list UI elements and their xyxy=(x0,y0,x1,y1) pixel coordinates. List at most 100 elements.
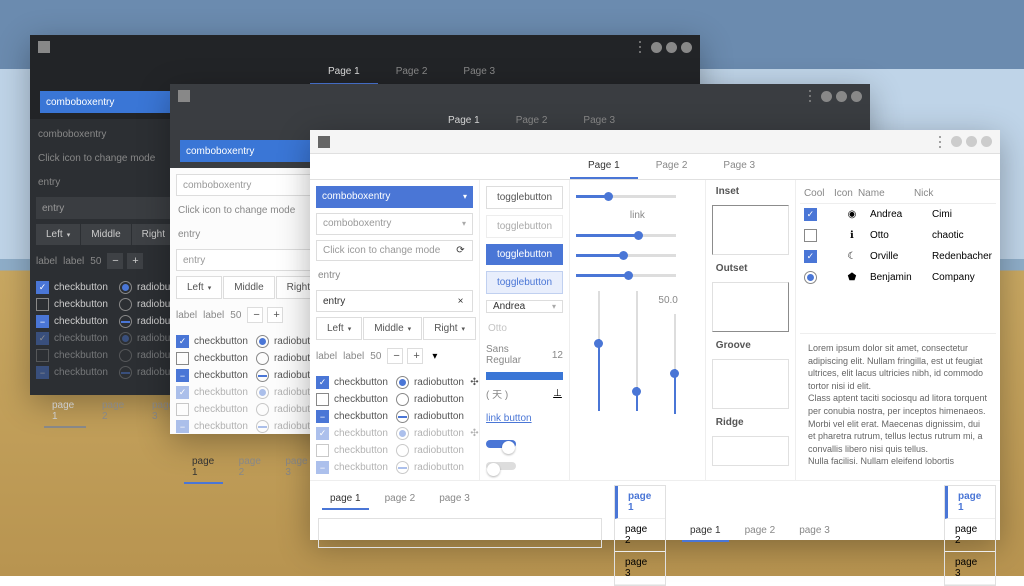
window-maximize[interactable] xyxy=(836,91,847,102)
pagetab-2[interactable]: page 2 xyxy=(231,452,270,484)
h-scale-4[interactable] xyxy=(576,269,676,281)
v-scale-1[interactable] xyxy=(592,291,606,411)
window-maximize[interactable] xyxy=(966,136,977,147)
btn-middle[interactable]: Middle xyxy=(223,276,274,299)
select-andrea[interactable]: Andrea▾ xyxy=(486,300,563,313)
spin-plus[interactable]: + xyxy=(127,253,143,269)
frame-outset-label: Outset xyxy=(716,263,785,274)
tab-page1[interactable]: Page 1 xyxy=(570,154,638,179)
checkbox[interactable]: ✓ xyxy=(36,281,49,294)
h-scale-2[interactable] xyxy=(576,229,676,241)
btn-left[interactable]: Left▾ xyxy=(176,276,222,299)
stack-page-3[interactable]: page 3 xyxy=(615,552,665,585)
switch-on[interactable] xyxy=(486,440,516,448)
chevron-down-icon[interactable]: ▾ xyxy=(429,351,440,362)
window-minimize[interactable] xyxy=(651,42,662,53)
window-maximize[interactable] xyxy=(666,42,677,53)
toggle-button-suggested[interactable]: togglebutton xyxy=(486,271,563,294)
pagetab-1[interactable]: page 1 xyxy=(184,452,223,484)
btn-right[interactable]: Right xyxy=(132,224,175,245)
v-scale-2[interactable] xyxy=(630,291,644,411)
checkbox[interactable] xyxy=(176,369,189,382)
checkbox[interactable]: ✓ xyxy=(176,335,189,348)
combobox-entry[interactable]: comboboxentry▾ xyxy=(40,91,190,113)
tab-page2[interactable]: Page 2 xyxy=(638,154,706,179)
switch-off[interactable] xyxy=(486,462,516,470)
table-row[interactable]: ✓☾OrvilleRedenbacher xyxy=(800,246,996,267)
hint-row[interactable]: Click icon to change mode⟳ xyxy=(316,240,473,262)
h-scale-1[interactable] xyxy=(576,190,676,202)
combobox-entry[interactable]: comboboxentry▾ xyxy=(316,186,473,208)
pagetab-1[interactable]: page 1 xyxy=(44,396,86,428)
radio[interactable] xyxy=(256,369,269,382)
btn-right[interactable]: Right▾ xyxy=(423,317,476,340)
h-scale-3[interactable] xyxy=(576,249,676,261)
spin-plus[interactable]: + xyxy=(267,307,283,323)
menu-icon[interactable] xyxy=(639,41,641,53)
spin-plus[interactable]: + xyxy=(407,348,423,364)
checkbox[interactable] xyxy=(36,298,49,311)
radio[interactable] xyxy=(396,410,409,423)
stack-page-2[interactable]: page 2 xyxy=(615,519,665,552)
btn-left[interactable]: Left▾ xyxy=(316,317,362,340)
radio[interactable] xyxy=(119,298,132,311)
link-button[interactable]: link button xyxy=(486,407,563,430)
checkbox xyxy=(176,420,189,433)
entry-input[interactable]: entry× xyxy=(316,290,473,312)
window-close[interactable] xyxy=(851,91,862,102)
clear-icon[interactable]: × xyxy=(455,296,466,307)
radio[interactable] xyxy=(119,315,132,328)
radio[interactable] xyxy=(256,352,269,365)
refresh-icon[interactable]: ⟳ xyxy=(455,245,466,256)
upload-icon[interactable]: ⊥ xyxy=(552,388,563,399)
radio[interactable] xyxy=(396,376,409,389)
menu-icon[interactable] xyxy=(809,90,811,102)
tab-page2[interactable]: Page 2 xyxy=(378,60,446,85)
radio[interactable] xyxy=(119,281,132,294)
btn-left[interactable]: Left▾ xyxy=(36,224,80,245)
checkbox[interactable] xyxy=(316,410,329,423)
entry-input[interactable]: entry xyxy=(176,249,324,271)
titlebar[interactable] xyxy=(310,130,1000,154)
table-row[interactable]: ✓◉AndreaCimi xyxy=(800,204,996,225)
spin-minus[interactable]: − xyxy=(107,253,123,269)
tab-page3[interactable]: Page 3 xyxy=(445,60,513,85)
btn-middle[interactable]: Middle xyxy=(81,224,130,245)
toggle-button-active[interactable]: togglebutton xyxy=(486,244,563,265)
frame-inset-label: Inset xyxy=(716,186,785,197)
titlebar[interactable] xyxy=(170,84,870,108)
window-close[interactable] xyxy=(981,136,992,147)
pagetab-2[interactable]: page 2 xyxy=(94,396,136,428)
gear-icon[interactable]: ✣ xyxy=(469,377,480,388)
combo-placeholder[interactable]: comboboxentry▾ xyxy=(176,174,324,196)
checkbox[interactable] xyxy=(316,393,329,406)
toggle-button[interactable]: togglebutton xyxy=(486,186,563,209)
tab-page1[interactable]: Page 1 xyxy=(310,60,378,85)
menu-icon[interactable] xyxy=(939,136,941,148)
pagetab[interactable]: page 1 xyxy=(322,489,369,510)
entry-label: entry xyxy=(176,225,324,244)
button-column: togglebutton togglebutton togglebutton t… xyxy=(480,180,570,480)
spin-minus[interactable]: − xyxy=(247,307,263,323)
color-button[interactable] xyxy=(486,372,563,380)
window-close[interactable] xyxy=(681,42,692,53)
checkbox[interactable] xyxy=(176,352,189,365)
btn-middle[interactable]: Middle▾ xyxy=(363,317,422,340)
radio xyxy=(119,366,132,379)
spin-minus[interactable]: − xyxy=(387,348,403,364)
table-row[interactable]: ⬟BenjaminCompany xyxy=(800,267,996,288)
window-minimize[interactable] xyxy=(951,136,962,147)
radio[interactable] xyxy=(256,335,269,348)
radio[interactable] xyxy=(396,393,409,406)
combobox-entry[interactable]: comboboxentry▾ xyxy=(180,140,330,162)
v-scale-3[interactable] xyxy=(668,314,682,414)
checkbox[interactable] xyxy=(36,315,49,328)
stack-page-1[interactable]: page 1 xyxy=(615,486,665,519)
table-row[interactable]: ℹOttochaotic xyxy=(800,225,996,246)
frame-ridge xyxy=(712,436,789,466)
titlebar[interactable] xyxy=(30,35,700,59)
checkbox[interactable]: ✓ xyxy=(316,376,329,389)
window-minimize[interactable] xyxy=(821,91,832,102)
tab-page3[interactable]: Page 3 xyxy=(705,154,773,179)
combo-placeholder[interactable]: comboboxentry▾ xyxy=(316,213,473,235)
